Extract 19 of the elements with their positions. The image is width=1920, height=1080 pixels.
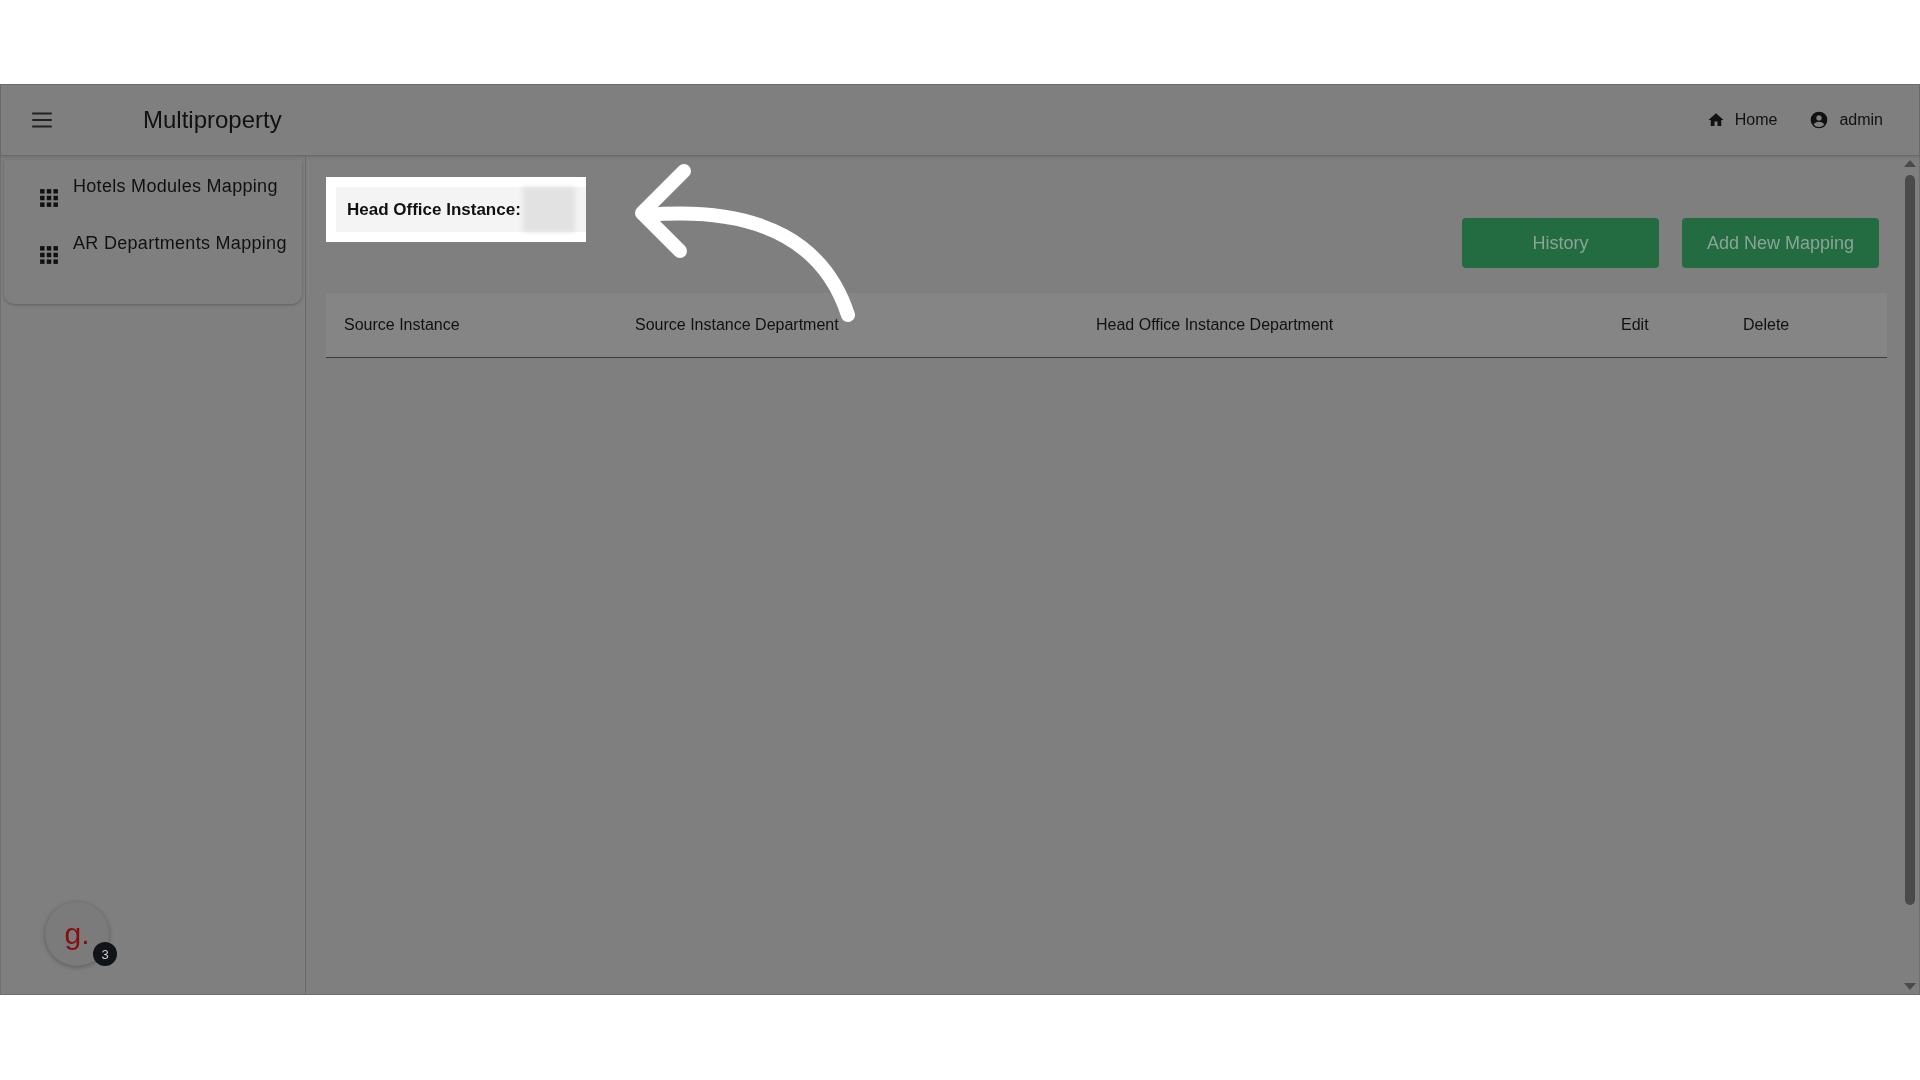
nav-link[interactable]: admin (1809, 110, 1883, 130)
column-header: Edit (1620, 316, 1650, 334)
account-icon (1809, 110, 1830, 130)
column-header: Source Instance (343, 316, 461, 334)
sidebar-item[interactable]: Hotels Modules Mapping (4, 168, 309, 225)
redacted-value (522, 187, 575, 232)
notification-badge: 3 (93, 942, 117, 966)
action-button[interactable]: Add New Mapping (1682, 218, 1879, 268)
column-header: Delete (1742, 316, 1790, 334)
app-title: Multiproperty (143, 106, 282, 134)
sidebar-item[interactable]: AR Departments Mapping (4, 225, 309, 282)
action-button[interactable]: History (1462, 218, 1659, 268)
field-label: Head Office Instance: (347, 199, 521, 220)
grid-icon (39, 188, 59, 208)
column-header: Head Office Instance Department (1095, 316, 1335, 334)
grid-icon (39, 245, 59, 265)
column-header: Source Instance Department (634, 316, 840, 334)
home-icon (1706, 111, 1725, 129)
nav-link[interactable]: Home (1706, 111, 1778, 129)
